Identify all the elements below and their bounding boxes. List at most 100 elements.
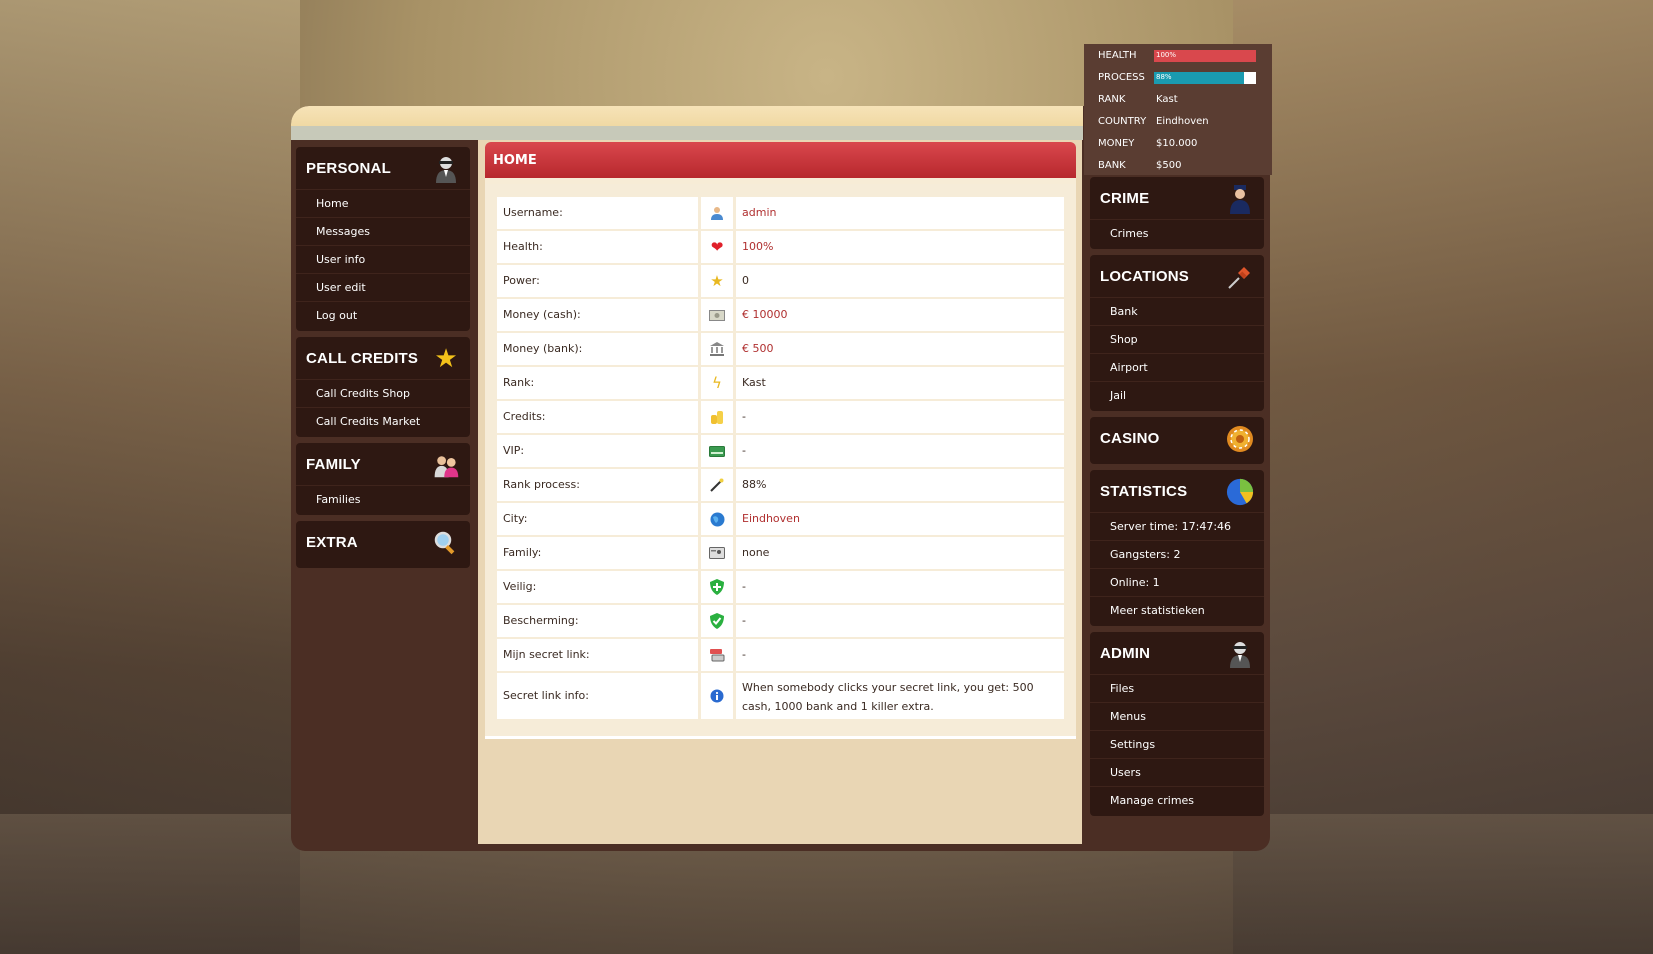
star-icon: ★ — [434, 344, 458, 374]
star-icon: ★ — [701, 265, 733, 297]
sidebar-item-call-credits-market[interactable]: Call Credits Market — [296, 407, 470, 435]
row-value: 88% — [736, 469, 1064, 501]
sidebar-item-user-edit[interactable]: User edit — [296, 273, 470, 301]
money-stat: MONEY $10.000 — [1098, 138, 1197, 152]
country-value: Eindhoven — [1156, 116, 1209, 127]
frame-top-strip — [291, 126, 1083, 140]
statistics-title: STATISTICS — [1100, 483, 1188, 500]
sidebar-item-shop[interactable]: Shop — [1090, 325, 1264, 353]
statistics-header: STATISTICS — [1090, 470, 1264, 512]
table-row: Bescherming: - — [497, 605, 1064, 637]
globe-icon — [701, 503, 733, 535]
agent-icon — [1226, 640, 1254, 668]
sidebar-item-airport[interactable]: Airport — [1090, 353, 1264, 381]
table-row: Veilig: - — [497, 571, 1064, 603]
rank-stat: RANK Kast — [1098, 94, 1178, 108]
sidebar-item-more-statistics[interactable]: Meer statistieken — [1090, 596, 1264, 624]
row-value: € 500 — [736, 333, 1064, 365]
process-stat: PROCESS — [1098, 72, 1156, 86]
bank-icon — [701, 333, 733, 365]
table-row: Money (cash): € 10000 — [497, 299, 1064, 331]
background-left — [0, 0, 300, 954]
row-value: - — [736, 639, 1064, 671]
sidebar-item-jail[interactable]: Jail — [1090, 381, 1264, 409]
table-row: Power: ★ 0 — [497, 265, 1064, 297]
sidebar-item-home[interactable]: Home — [296, 189, 470, 217]
bank-value: $500 — [1156, 160, 1182, 171]
row-value: Eindhoven — [736, 503, 1064, 535]
casino-title: CASINO — [1100, 430, 1160, 447]
shield-check-icon — [701, 605, 733, 637]
row-value: - — [736, 401, 1064, 433]
sidebar-item-users[interactable]: Users — [1090, 758, 1264, 786]
wand-icon — [701, 469, 733, 501]
sidebar-item-messages[interactable]: Messages — [296, 217, 470, 245]
pin-icon — [1226, 263, 1254, 291]
sidebar-item-bank[interactable]: Bank — [1090, 297, 1264, 325]
admin-box: ADMIN Files Menus Settings Users Manage … — [1090, 632, 1264, 816]
rank-value: Kast — [1156, 94, 1178, 105]
background-right — [1233, 0, 1653, 954]
row-value: € 10000 — [736, 299, 1064, 331]
process-bar-text: 88% — [1156, 73, 1172, 81]
sidebar-item-manage-crimes[interactable]: Manage crimes — [1090, 786, 1264, 814]
crime-header: CRIME — [1090, 177, 1264, 219]
info-icon — [701, 673, 733, 719]
row-label: Secret link info: — [497, 673, 698, 719]
row-label: City: — [497, 503, 698, 535]
table-row: VIP: - — [497, 435, 1064, 467]
row-label: Rank: — [497, 367, 698, 399]
police-icon — [1226, 185, 1254, 214]
personal-title: PERSONAL — [306, 160, 391, 177]
row-value: 100% — [736, 231, 1064, 263]
family-card-icon — [701, 537, 733, 569]
locations-box: LOCATIONS Bank Shop Airport Jail — [1090, 255, 1264, 411]
sidebar-item-menus[interactable]: Menus — [1090, 702, 1264, 730]
extra-box: EXTRA — [296, 521, 470, 568]
sidebar-item-call-credits-shop[interactable]: Call Credits Shop — [296, 379, 470, 407]
extra-header[interactable]: EXTRA — [296, 521, 470, 563]
table-row: Money (bank): € 500 — [497, 333, 1064, 365]
left-sidebar: PERSONAL Home Messages User info User ed… — [296, 147, 470, 574]
casino-header[interactable]: CASINO — [1090, 417, 1264, 459]
table-row: Username: admin — [497, 197, 1064, 229]
row-value: Kast — [736, 367, 1064, 399]
pie-chart-icon — [1226, 478, 1254, 506]
row-label: Money (cash): — [497, 299, 698, 331]
family-box: FAMILY Families — [296, 443, 470, 515]
sidebar-item-log-out[interactable]: Log out — [296, 301, 470, 329]
money-value: $10.000 — [1156, 138, 1198, 149]
row-label: Veilig: — [497, 571, 698, 603]
statistics-box: STATISTICS Server time: 17:47:46 Gangste… — [1090, 470, 1264, 626]
row-label: Power: — [497, 265, 698, 297]
sidebar-item-crimes[interactable]: Crimes — [1090, 219, 1264, 247]
country-stat: COUNTRY Eindhoven — [1098, 116, 1209, 130]
call-credits-title: CALL CREDITS — [306, 350, 419, 367]
health-bar: 100% — [1154, 50, 1256, 62]
sidebar-item-families[interactable]: Families — [296, 485, 470, 513]
row-value: - — [736, 435, 1064, 467]
health-bar-text: 100% — [1156, 51, 1177, 59]
casino-box: CASINO — [1090, 417, 1264, 464]
personal-header: PERSONAL — [296, 147, 470, 189]
table-row: Secret link info: When somebody clicks y… — [497, 673, 1064, 719]
sidebar-item-settings[interactable]: Settings — [1090, 730, 1264, 758]
sidebar-item-gangsters: Gangsters: 2 — [1090, 540, 1264, 568]
sidebar-item-user-info[interactable]: User info — [296, 245, 470, 273]
admin-title: ADMIN — [1100, 645, 1151, 662]
shield-plus-icon — [701, 571, 733, 603]
card-icon — [701, 435, 733, 467]
sidebar-item-files[interactable]: Files — [1090, 674, 1264, 702]
heart-icon: ❤ — [701, 231, 733, 263]
row-label: Family: — [497, 537, 698, 569]
crime-box: CRIME Crimes — [1090, 177, 1264, 249]
table-row: Health: ❤ 100% — [497, 231, 1064, 263]
process-label: PROCESS — [1098, 72, 1145, 83]
coins-icon — [701, 401, 733, 433]
row-label: Bescherming: — [497, 605, 698, 637]
row-label: Username: — [497, 197, 698, 229]
row-label: Credits: — [497, 401, 698, 433]
sidebar-item-online: Online: 1 — [1090, 568, 1264, 596]
player-stats-panel: HEALTH 100% PROCESS 88% RANK Kast COUNTRY… — [1084, 44, 1272, 175]
casino-chip-icon — [1226, 425, 1254, 453]
